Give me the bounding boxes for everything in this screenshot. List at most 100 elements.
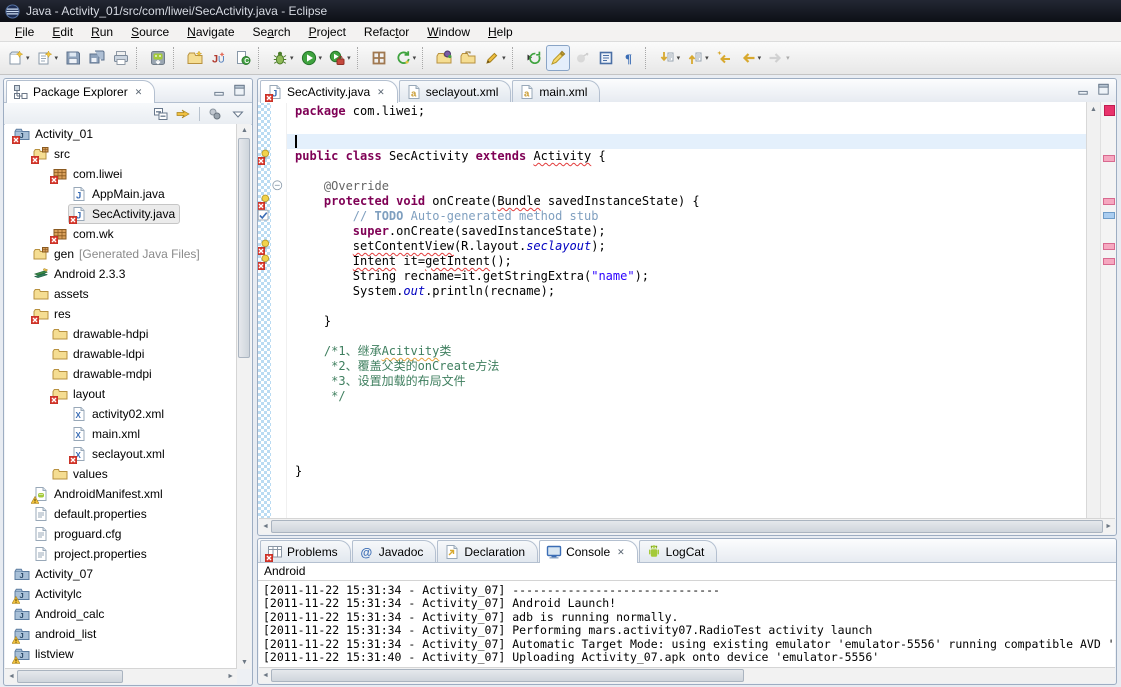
tree-item-layout[interactable]: layout: [5, 384, 237, 404]
debug-button[interactable]: ▾: [268, 45, 297, 71]
code-line[interactable]: [287, 134, 1086, 149]
overview-marker-error[interactable]: [1103, 198, 1115, 205]
tree-item-res[interactable]: res: [5, 304, 237, 324]
bulb-error-icon[interactable]: [258, 194, 272, 209]
save-button[interactable]: [61, 45, 85, 71]
save-all-button[interactable]: [85, 45, 109, 71]
tree-item-secactivity.java[interactable]: JSecActivity.java: [5, 204, 237, 224]
console-horizontal-scrollbar[interactable]: ◄: [259, 667, 1115, 683]
code-line[interactable]: @Override: [287, 179, 1086, 194]
overview-marker-error[interactable]: [1103, 258, 1115, 265]
last-edit-location-button[interactable]: [712, 45, 736, 71]
link-editor-button[interactable]: [174, 105, 194, 123]
dropdown-arrow-icon[interactable]: ▾: [26, 54, 30, 62]
java-perspective-button[interactable]: [367, 45, 391, 71]
menu-window[interactable]: Window: [418, 24, 479, 40]
print-button[interactable]: [109, 45, 133, 71]
code-line[interactable]: System.out.println(recname);: [287, 284, 1086, 299]
prev-annotation-button[interactable]: ▾: [683, 45, 712, 71]
new-java-project-button[interactable]: [183, 45, 207, 71]
forward-button[interactable]: ▾: [764, 45, 793, 71]
tree-item-default.properties[interactable]: default.properties: [5, 504, 237, 524]
code-line[interactable]: }: [287, 314, 1086, 329]
dropdown-arrow-icon[interactable]: ▾: [347, 54, 351, 62]
dropdown-arrow-icon[interactable]: ▾: [758, 54, 762, 62]
tree-item-activity02.xml[interactable]: Xactivity02.xml: [5, 404, 237, 424]
view-menu-button[interactable]: [228, 105, 248, 123]
tree-item-android_calc[interactable]: JAndroid_calc: [5, 604, 237, 624]
next-annotation-button[interactable]: ▾: [655, 45, 684, 71]
tree-item-com.wk[interactable]: com.wk: [5, 224, 237, 244]
dropdown-arrow-icon[interactable]: ▾: [55, 54, 59, 62]
code-line[interactable]: }: [287, 464, 1086, 479]
code-line[interactable]: [287, 419, 1086, 434]
next-match-button[interactable]: [570, 45, 594, 71]
annotation-pen-button[interactable]: ▾: [480, 45, 509, 71]
code-line[interactable]: [287, 449, 1086, 464]
tree-item-src[interactable]: src: [5, 144, 237, 164]
code-line[interactable]: *2、覆盖父类的onCreate方法: [287, 359, 1086, 374]
open-resource-button[interactable]: [456, 45, 480, 71]
tree-item-drawable-hdpi[interactable]: drawable-hdpi: [5, 324, 237, 344]
tree-horizontal-scrollbar[interactable]: ◄ ►: [5, 668, 237, 684]
tree-item-drawable-ldpi[interactable]: drawable-ldpi: [5, 344, 237, 364]
menu-refactor[interactable]: Refactor: [355, 24, 418, 40]
menu-edit[interactable]: Edit: [43, 24, 82, 40]
tree-item-com.liwei[interactable]: com.liwei: [5, 164, 237, 184]
editor-vertical-scrollbar[interactable]: ▲: [1086, 102, 1100, 519]
dropdown-arrow-icon[interactable]: ▾: [677, 54, 681, 62]
tree-item-project.properties[interactable]: project.properties: [5, 544, 237, 564]
sync-button[interactable]: ▾: [391, 45, 420, 71]
tree-item-proguard.cfg[interactable]: proguard.cfg: [5, 524, 237, 544]
code-line[interactable]: [287, 434, 1086, 449]
minimize-editor-button[interactable]: [1074, 81, 1092, 97]
code-line[interactable]: Intent it=getIntent();: [287, 254, 1086, 269]
menu-run[interactable]: Run: [82, 24, 122, 40]
dropdown-arrow-icon[interactable]: ▾: [319, 54, 323, 62]
menu-search[interactable]: Search: [244, 24, 300, 40]
tree-item-activitylc[interactable]: JActivitylc: [5, 584, 237, 604]
view-tab-declaration[interactable]: Declaration: [437, 540, 538, 562]
run-external-button[interactable]: [522, 45, 546, 71]
dropdown-arrow-icon[interactable]: ▾: [705, 54, 709, 62]
menu-project[interactable]: Project: [300, 24, 355, 40]
new-wizard-button[interactable]: ▾: [4, 45, 33, 71]
close-icon[interactable]: ✕: [377, 87, 385, 98]
console-output[interactable]: [2011-11-22 15:31:34 - Activity_07] ----…: [259, 581, 1115, 669]
code-line[interactable]: [287, 404, 1086, 419]
menu-help[interactable]: Help: [479, 24, 522, 40]
tree-item-appmain.java[interactable]: JAppMain.java: [5, 184, 237, 204]
package-explorer-tab[interactable]: Package Explorer ✕: [6, 80, 155, 103]
back-button[interactable]: ▾: [736, 45, 765, 71]
overview-marker-task[interactable]: [1103, 212, 1115, 219]
menu-source[interactable]: Source: [122, 24, 178, 40]
view-tab-logcat[interactable]: LogCat: [639, 540, 718, 562]
minimize-view-button[interactable]: [210, 82, 228, 98]
code-line[interactable]: super.onCreate(savedInstanceState);: [287, 224, 1086, 239]
maximize-editor-button[interactable]: [1094, 81, 1112, 97]
view-tab-console[interactable]: Console✕: [539, 540, 638, 563]
code-line[interactable]: [287, 329, 1086, 344]
code-line[interactable]: setContentView(R.layout.seclayout);: [287, 239, 1086, 254]
editor-tab-secactivity.java[interactable]: JSecActivity.java✕: [260, 80, 398, 103]
code-editor[interactable]: package com.liwei;public class SecActivi…: [287, 102, 1086, 519]
dropdown-arrow-icon[interactable]: ▾: [502, 54, 506, 62]
new-menu-button[interactable]: ▾: [33, 45, 62, 71]
tree-item-gen[interactable]: gen [Generated Java Files]: [5, 244, 237, 264]
overview-ruler[interactable]: [1100, 102, 1116, 519]
show-whitespace-button[interactable]: ¶: [618, 45, 642, 71]
menu-file[interactable]: File: [6, 24, 43, 40]
run-button[interactable]: ▾: [297, 45, 326, 71]
focus-button[interactable]: [205, 105, 225, 123]
task-icon[interactable]: [258, 209, 272, 224]
code-line[interactable]: protected void onCreate(Bundle savedInst…: [287, 194, 1086, 209]
code-line[interactable]: [287, 119, 1086, 134]
editor-tab-main.xml[interactable]: amain.xml: [512, 80, 600, 102]
view-tab-javadoc[interactable]: @Javadoc: [352, 540, 437, 562]
tree-item-android_list[interactable]: Jandroid_list: [5, 624, 237, 644]
run-config-button[interactable]: ▾: [325, 45, 354, 71]
mark-occurrences-button[interactable]: [546, 45, 570, 71]
editor-horizontal-scrollbar[interactable]: ◄ ►: [259, 518, 1115, 534]
tree-item-values[interactable]: values: [5, 464, 237, 484]
tree-item-activity_07[interactable]: JActivity_07: [5, 564, 237, 584]
